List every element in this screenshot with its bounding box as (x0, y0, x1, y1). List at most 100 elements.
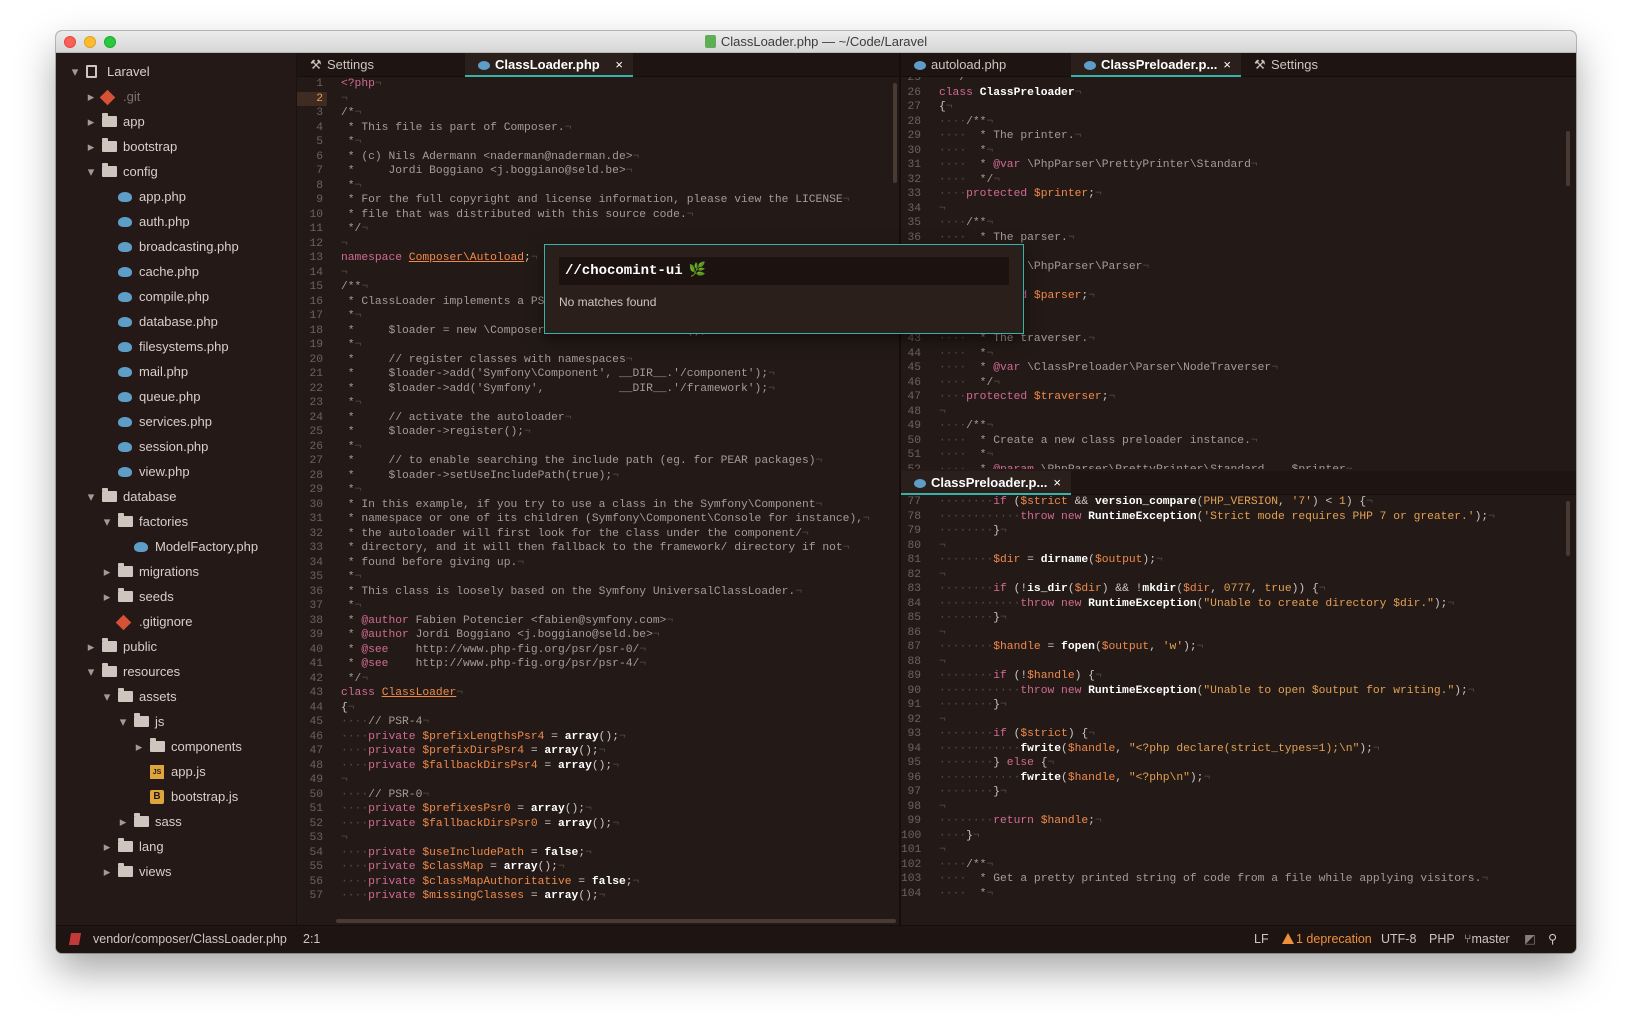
line-number[interactable]: 99 (901, 814, 925, 829)
line-number[interactable]: 26 (297, 440, 327, 455)
line-number[interactable]: 32 (901, 173, 925, 188)
line-number[interactable]: 15 (297, 280, 327, 295)
line-number[interactable]: 79 (901, 524, 925, 539)
line-number[interactable]: 101 (901, 843, 925, 858)
vertical-scrollbar[interactable] (1566, 131, 1570, 186)
tree-item[interactable]: ▸ lang (56, 834, 296, 860)
line-number[interactable]: 7 (297, 164, 327, 179)
code-line[interactable]: 48 ····private $fallbackDirsPsr4 = array(… (297, 759, 899, 774)
line-number[interactable]: 18 (297, 324, 327, 339)
code-line[interactable]: 33 * directory, and it will then fallbac… (297, 541, 899, 556)
code-line[interactable]: 52 ····private $fallbackDirsPsr0 = array(… (297, 817, 899, 832)
line-number[interactable]: 49 (901, 419, 925, 434)
tree-item[interactable]: session.php (56, 434, 296, 460)
code-line[interactable]: 5 *¬ (297, 135, 899, 150)
line-number[interactable]: 30 (901, 144, 925, 159)
line-number[interactable]: 89 (901, 669, 925, 684)
close-tab-icon[interactable]: × (1053, 471, 1061, 493)
code-line[interactable]: 28 * $loader->setUseIncludePath(true);¬ (297, 469, 899, 484)
code-line[interactable]: 48 ¬ (901, 405, 1576, 420)
line-number[interactable]: 11 (297, 222, 327, 237)
line-number[interactable]: 21 (297, 367, 327, 382)
chevron-right-icon[interactable]: ▸ (86, 134, 96, 160)
horizontal-scrollbar[interactable] (336, 919, 896, 923)
file-path[interactable]: vendor/composer/ClassLoader.php (93, 926, 287, 952)
tree-item[interactable]: auth.php (56, 209, 296, 235)
line-number[interactable]: 90 (901, 684, 925, 699)
line-number[interactable]: 88 (901, 655, 925, 670)
chevron-down-icon[interactable]: ▾ (70, 59, 80, 85)
code-line[interactable]: 54 ····private $useIncludePath = false;¬ (297, 846, 899, 861)
code-line[interactable]: 2 ¬ (297, 91, 899, 106)
code-line[interactable]: 43 class ClassLoader¬ (297, 686, 899, 701)
line-number[interactable]: 3 (297, 106, 327, 121)
tree-item[interactable]: ▾ config (56, 159, 296, 185)
line-number[interactable]: 50 (297, 788, 327, 803)
line-number[interactable]: 57 (297, 889, 327, 904)
line-number[interactable]: 78 (901, 510, 925, 525)
tree-item[interactable]: ▾ database (56, 484, 296, 510)
tree-item[interactable]: ▸ public (56, 634, 296, 660)
line-number[interactable]: 54 (297, 846, 327, 861)
line-number[interactable]: 49 (297, 773, 327, 788)
code-line[interactable]: 97 ········}¬ (901, 785, 1576, 800)
code-line[interactable]: 36 * This class is loosely based on the … (297, 585, 899, 600)
line-number[interactable]: 43 (297, 686, 327, 701)
code-line[interactable]: 84 ············throw new RuntimeException… (901, 597, 1576, 612)
line-number[interactable]: 34 (297, 556, 327, 571)
line-number[interactable]: 46 (901, 376, 925, 391)
tree-item[interactable]: app.php (56, 184, 296, 210)
line-number[interactable]: 50 (901, 434, 925, 449)
code-line[interactable]: 90 ············throw new RuntimeException… (901, 684, 1576, 699)
code-line[interactable]: 27 * // to enable searching the include … (297, 454, 899, 469)
line-number[interactable]: 31 (901, 158, 925, 173)
line-number[interactable]: 48 (297, 759, 327, 774)
code-line[interactable]: 23 *¬ (297, 396, 899, 411)
tab-autoload-php[interactable]: autoload.php (901, 53, 1071, 77)
code-line[interactable]: 51 ····private $prefixesPsr0 = array();¬ (297, 802, 899, 817)
close-tab-icon[interactable]: × (615, 53, 623, 75)
line-number[interactable]: 98 (901, 800, 925, 815)
code-line[interactable]: 34 * found before giving up.¬ (297, 556, 899, 571)
line-number[interactable]: 1 (297, 77, 327, 92)
tree-item[interactable]: ▾ js (56, 709, 296, 735)
line-number[interactable]: 82 (901, 568, 925, 583)
code-line[interactable]: 29 *¬ (297, 483, 899, 498)
git-branch[interactable]: ⑂master (1464, 926, 1510, 952)
code-line[interactable]: 85 ········}¬ (901, 611, 1576, 626)
tab-classpreloader-p-[interactable]: ClassPreloader.p... × (1071, 53, 1241, 77)
grammar[interactable]: PHP (1429, 926, 1455, 952)
line-number[interactable]: 36 (297, 585, 327, 600)
code-line[interactable]: 4 * This file is part of Composer.¬ (297, 121, 899, 136)
line-number[interactable]: 17 (297, 309, 327, 324)
chevron-right-icon[interactable]: ▸ (86, 84, 96, 110)
code-line[interactable]: 31 ···· * @var \PhpParser\PrettyPrinter\S… (901, 158, 1576, 173)
code-line[interactable]: 10 * file that was distributed with this… (297, 208, 899, 223)
tree-item[interactable]: ▸ bootstrap (56, 134, 296, 160)
code-line[interactable]: 26 *¬ (297, 440, 899, 455)
tree-item[interactable]: mail.php (56, 359, 296, 385)
pin-icon[interactable]: ⚲ (1548, 926, 1557, 952)
tree-item[interactable]: Bbootstrap.js (56, 784, 296, 810)
tree-item[interactable]: view.php (56, 459, 296, 485)
code-line[interactable]: 31 * namespace or one of its children (S… (297, 512, 899, 527)
code-line[interactable]: 95 ········} else {¬ (901, 756, 1576, 771)
code-line[interactable]: 29 ···· * The printer.¬ (901, 129, 1576, 144)
code-line[interactable]: 50 ····// PSR-0¬ (297, 788, 899, 803)
line-number[interactable]: 37 (297, 599, 327, 614)
code-line[interactable]: 46 ····private $prefixLengthsPsr4 = array… (297, 730, 899, 745)
code-line[interactable]: 39 * @author Jordi Boggiano <j.boggiano@… (297, 628, 899, 643)
code-line[interactable]: 52 ···· * @param \PhpParser\PrettyPrinter… (901, 463, 1576, 470)
line-number[interactable]: 26 (901, 86, 925, 101)
tree-item[interactable]: ▸ migrations (56, 559, 296, 585)
line-number[interactable]: 100 (901, 829, 925, 844)
code-line[interactable]: 55 ····private $classMap = array();¬ (297, 860, 899, 875)
line-number[interactable]: 53 (297, 831, 327, 846)
code-line[interactable]: 34 ¬ (901, 202, 1576, 217)
tree-item[interactable]: ▸ sass (56, 809, 296, 835)
code-line[interactable]: 28 ····/**¬ (901, 115, 1576, 130)
code-line[interactable]: 87 ········$handle = fopen($output, 'w');… (901, 640, 1576, 655)
line-number[interactable]: 38 (297, 614, 327, 629)
chevron-down-icon[interactable]: ▾ (118, 709, 128, 735)
line-number[interactable]: 19 (297, 338, 327, 353)
